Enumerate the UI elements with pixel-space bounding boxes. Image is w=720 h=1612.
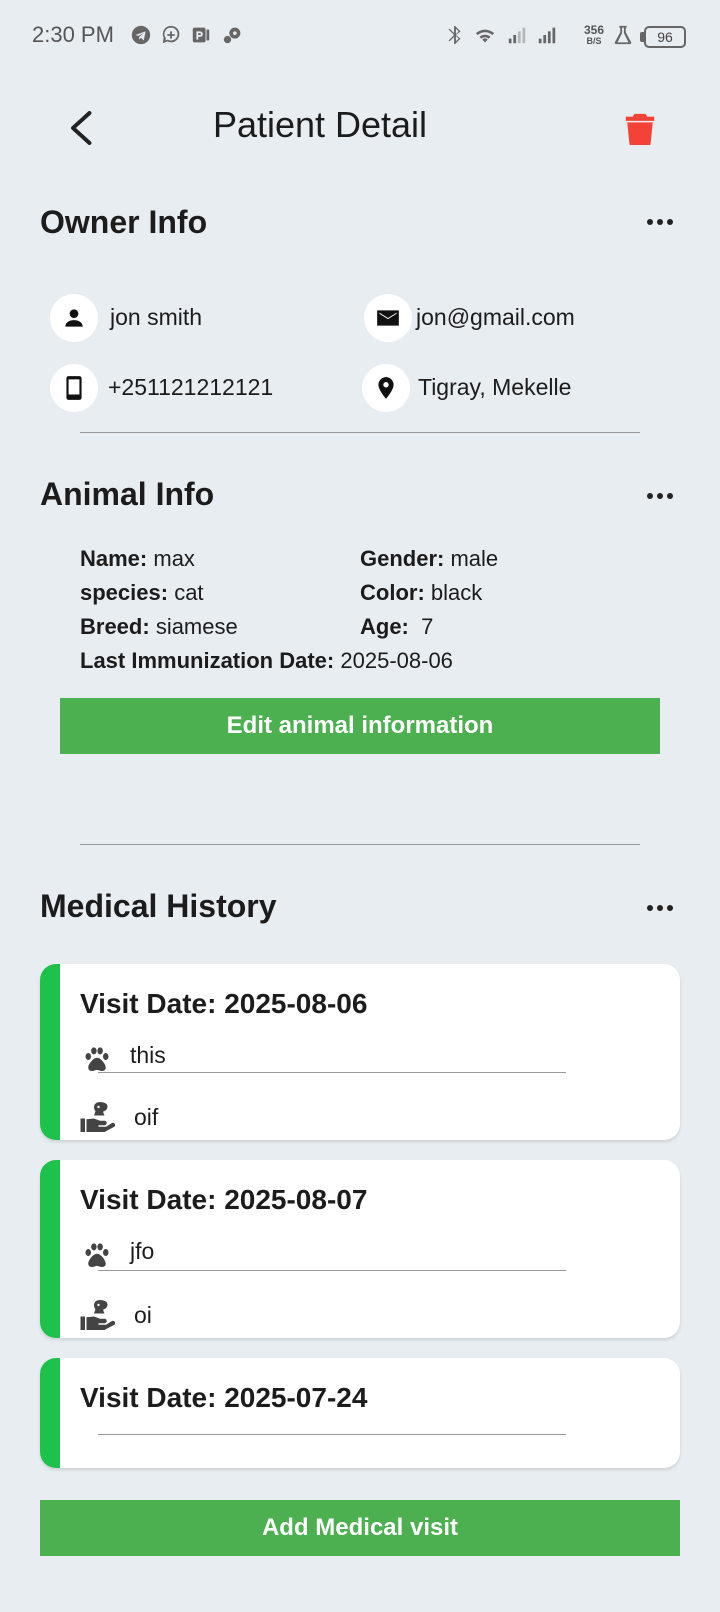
animal-more-button[interactable] — [640, 484, 680, 508]
more-dot — [667, 493, 673, 499]
visit-divider — [98, 1270, 566, 1271]
visit-symptom: jfo — [130, 1238, 155, 1264]
network-speed: 356 B/S — [580, 23, 608, 47]
animal-divider — [80, 844, 640, 845]
owner-phone[interactable]: +251121212121 — [108, 374, 273, 401]
animal-age-field: Age: 7 — [360, 614, 433, 640]
more-dot — [657, 219, 663, 225]
animal-immunization-value: 2025-08-06 — [340, 648, 453, 673]
owner-location: Tigray, Mekelle — [418, 374, 572, 400]
more-dot — [647, 905, 653, 911]
animal-breed-label: Breed: — [80, 614, 150, 639]
animal-immunization-field: Last Immunization Date: 2025-08-06 — [80, 648, 453, 674]
animal-species-field: species: cat — [80, 580, 204, 606]
animal-breed-value: siamese — [155, 614, 238, 639]
settings-cog-icon — [222, 24, 244, 46]
phone-icon — [50, 364, 98, 412]
delete-button[interactable] — [620, 104, 660, 152]
animal-gender-field: Gender: male — [360, 546, 498, 572]
visit-card[interactable]: Visit Date: 2025-08-07 jfo oi — [40, 1160, 680, 1338]
visit-treatment: oi — [134, 1302, 152, 1328]
more-dot — [647, 493, 653, 499]
visit-card-stripe — [40, 1160, 60, 1338]
status-time: 2:30 PM — [32, 22, 114, 47]
paw-icon — [80, 1238, 114, 1272]
animal-info-title: Animal Info — [40, 476, 215, 512]
network-speed-unit: B/S — [586, 36, 602, 46]
animal-age-value: 7 — [421, 614, 434, 639]
mail-icon — [364, 294, 412, 342]
visit-divider — [98, 1434, 566, 1435]
animal-name-field: Name: max — [80, 546, 195, 572]
owner-name: jon smith — [110, 304, 203, 330]
signal-1-icon — [506, 24, 528, 46]
page-title: Patient Detail — [212, 104, 428, 145]
bluetooth-icon — [444, 24, 466, 46]
visit-date: Visit Date: 2025-08-06 — [80, 988, 368, 1019]
visit-card[interactable]: Visit Date: 2025-08-06 this oif — [40, 964, 680, 1140]
visit-divider — [98, 1072, 566, 1073]
wifi-icon — [472, 24, 498, 46]
battery-icon: 96 — [644, 26, 686, 48]
animal-age-label: Age: — [360, 614, 409, 639]
medical-history-title: Medical History — [40, 888, 277, 924]
animal-species-label: species: — [80, 580, 169, 605]
signal-2-icon — [536, 24, 558, 46]
more-dot — [657, 905, 663, 911]
animal-name-label: Name: — [80, 546, 148, 571]
visit-card-stripe — [40, 1358, 60, 1468]
owner-info-title: Owner Info — [40, 204, 208, 240]
visit-symptom: this — [130, 1042, 166, 1068]
owner-divider — [80, 432, 640, 433]
visit-card[interactable]: Visit Date: 2025-07-24 — [40, 1358, 680, 1468]
telegram-icon — [130, 24, 152, 46]
parking-app-icon — [190, 24, 212, 46]
owner-email[interactable]: jon@gmail.com — [416, 304, 575, 331]
animal-immunization-label: Last Immunization Date: — [80, 648, 335, 673]
animal-color-label: Color: — [360, 580, 425, 605]
paw-icon — [80, 1042, 114, 1076]
more-dot — [657, 493, 663, 499]
network-speed-value: 356 — [583, 23, 605, 37]
more-dot — [647, 219, 653, 225]
medical-history-more-button[interactable] — [640, 896, 680, 920]
location-pin-icon — [362, 364, 410, 412]
visit-date: Visit Date: 2025-08-07 — [80, 1184, 368, 1215]
pet-care-hand-icon — [78, 1098, 116, 1136]
visit-card-stripe — [40, 964, 60, 1140]
animal-gender-value: male — [450, 546, 499, 571]
animal-gender-label: Gender: — [360, 546, 445, 571]
trash-icon — [625, 113, 655, 145]
animal-species-value: cat — [174, 580, 204, 605]
visit-date: Visit Date: 2025-07-24 — [80, 1382, 368, 1413]
animal-breed-field: Breed: siamese — [80, 614, 238, 640]
more-dot — [667, 905, 673, 911]
person-icon — [50, 294, 98, 342]
animal-color-field: Color: black — [360, 580, 482, 606]
edit-animal-button[interactable]: Edit animal information — [60, 698, 660, 754]
visit-treatment: oif — [134, 1104, 159, 1130]
add-medical-visit-button[interactable]: Add Medical visit — [40, 1500, 680, 1556]
flask-icon — [612, 24, 634, 46]
status-bar: 2:30 PM 356 B/S 96 — [0, 0, 720, 72]
pet-care-hand-icon — [78, 1296, 116, 1334]
more-dot — [667, 219, 673, 225]
chat-plus-icon — [160, 24, 182, 46]
animal-name-value: max — [153, 546, 195, 571]
owner-more-button[interactable] — [640, 210, 680, 234]
animal-color-value: black — [430, 580, 483, 605]
